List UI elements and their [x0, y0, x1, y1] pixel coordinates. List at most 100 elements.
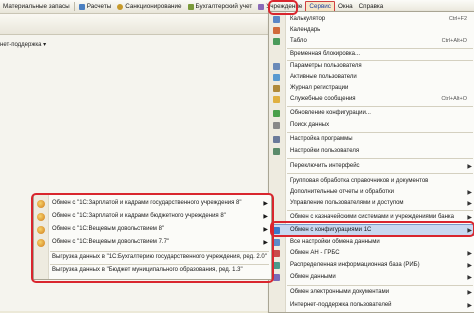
menu-item-treasury-exchange[interactable]: Обмен с казначейскими системами и учрежд… [269, 212, 474, 222]
menu-item-edoc-exchange[interactable]: Обмен электронными документами ▶ [269, 287, 474, 297]
menu-item-log[interactable]: Журнал регистрации [269, 83, 474, 93]
menu-item-label: Обмен с конфигурациями 1С [290, 227, 372, 233]
menu-separator [287, 210, 473, 211]
submenu-item-label: Обмен с "1С:Вещевым довольствием 8" [52, 226, 165, 232]
submenu-arrow-icon: ▶ [263, 201, 268, 207]
menu-item-additional-reports[interactable]: Дополнительные отчеты и обработки ▶ [269, 187, 474, 197]
submenu-arrow-icon: ▶ [467, 302, 472, 309]
search-icon [273, 121, 280, 129]
menu-item-program-settings[interactable]: Настройка программы [269, 134, 474, 144]
exchange-an-icon [273, 249, 280, 257]
menu-item-label: Журнал регистрации [290, 85, 349, 91]
menu-item-label: Обмен АН - ГРБС [290, 250, 340, 256]
submenu-item-vd8[interactable]: Обмен с "1С:Вещевым довольствием 8" ▶ [34, 224, 271, 236]
shortcut-label: Ctrl+F2 [448, 16, 467, 22]
menu-label: Окна [337, 3, 353, 10]
menu-item-config-update[interactable]: Обновление конфигурации... [269, 108, 474, 118]
active-users-icon [273, 73, 280, 81]
menu-item-rib[interactable]: Распределенная информационная база (РИБ)… [269, 260, 474, 270]
board-icon [273, 37, 280, 45]
sanction-icon [117, 3, 124, 10]
menu-item-user-params[interactable]: Параметры пользователя [269, 61, 474, 71]
submenu-item-zkbu8[interactable]: Обмен с "1С:Зарплатой и кадрами бюджетно… [34, 211, 271, 223]
menu-calculations[interactable]: Расчеты [76, 0, 115, 13]
submenu-item-label: Выгрузка данных в "Бюджет муниципального… [52, 267, 243, 273]
menu-sanction[interactable]: Санкционирование [114, 0, 184, 13]
menu-item-label: Обмен электронными документами [290, 289, 390, 295]
submenu-arrow-icon: ▶ [467, 227, 472, 234]
menu-label: Материальные запасы [3, 3, 70, 10]
menu-item-board[interactable]: Табло Ctrl+Alt+D [269, 36, 474, 46]
menu-separator [287, 158, 473, 159]
shortcut-label: Ctrl+Alt+O [441, 96, 467, 102]
menu-item-label: Настройка программы [290, 136, 353, 142]
menu-material-stocks[interactable]: Материальные запасы [0, 0, 73, 13]
exchange-settings-icon [273, 238, 280, 246]
menu-separator [287, 173, 473, 174]
menu-item-active-users[interactable]: Активные пользователи [269, 72, 474, 82]
menu-accounting[interactable]: Бухгалтерский учет [185, 0, 256, 13]
menu-item-label: Дополнительные отчеты и обработки [290, 189, 394, 195]
user-params-icon [273, 62, 280, 70]
menu-item-label: Интернет-поддержка пользователей [290, 302, 392, 308]
submenu-item-label: Обмен с "1С:Вещевым довольствием 7.7" [52, 239, 170, 245]
menu-item-switch-interface[interactable]: Переключить интерфейс ▶ [269, 161, 474, 171]
menu-item-messages[interactable]: Служебные сообщения Ctrl+Alt+O [269, 94, 474, 104]
submenu-arrow-icon: ▶ [467, 189, 472, 196]
submenu-arrow-icon: ▶ [467, 274, 472, 281]
calculator-icon [273, 15, 280, 23]
1c-icon [37, 226, 45, 234]
calendar-icon [273, 26, 280, 34]
menu-label: Санкционирование [125, 3, 182, 10]
menu-item-label: Обмен с казначейскими системами и учрежд… [290, 214, 454, 220]
program-settings-icon [273, 135, 280, 143]
menu-item-1c-exchange[interactable]: Обмен с конфигурациями 1С ▶ [269, 224, 474, 236]
menu-separator [287, 285, 473, 286]
menu-item-calendar[interactable]: Календарь [269, 25, 474, 35]
submenu-item-export-bgu20[interactable]: Выгрузка данных в "1С:Бухгалтерию госуда… [34, 252, 271, 264]
menu-item-label: Служебные сообщения [290, 96, 356, 102]
1c-icon [37, 239, 45, 247]
1c-icon [37, 200, 45, 208]
toolbar [0, 14, 270, 35]
menu-label: Расчеты [86, 3, 112, 10]
menu-item-internet-support[interactable]: Интернет-поддержка пользователей ▶ [269, 300, 474, 310]
submenu-arrow-icon: ▶ [263, 214, 268, 220]
menu-label: Бухгалтерский учет [195, 3, 253, 10]
menu-item-label: Обмен данными [290, 274, 336, 280]
menu-item-label: Табло [290, 38, 307, 44]
submenu-item-export-bmo13[interactable]: Выгрузка данных в "Бюджет муниципального… [34, 265, 271, 277]
menu-item-all-exchange-settings[interactable]: Все настройки обмена данными [269, 237, 474, 247]
menu-item-label: Поиск данных [290, 122, 330, 128]
ledger-icon [187, 3, 194, 10]
log-icon [273, 84, 280, 92]
menu-item-label: Активные пользователи [290, 74, 357, 80]
menu-item-calculator[interactable]: Калькулятор Ctrl+F2 [269, 14, 474, 24]
submenu-item-vd77[interactable]: Обмен с "1С:Вещевым довольствием 7.7" ▶ [34, 237, 271, 249]
menu-separator [73, 2, 75, 11]
menu-item-label: Календарь [290, 27, 321, 33]
support-dropdown[interactable]: нет-поддержка ▾ [0, 41, 46, 48]
data-exchange-icon [273, 273, 280, 281]
submenu-arrow-icon: ▶ [467, 250, 472, 257]
messages-icon [273, 95, 280, 103]
submenu-arrow-icon: ▶ [467, 163, 472, 170]
service-menu: Калькулятор Ctrl+F2 Календарь Табло Ctrl… [268, 11, 474, 313]
menu-item-group-processing[interactable]: Групповая обработка справочников и докум… [269, 176, 474, 186]
rib-icon [273, 261, 280, 269]
menu-item-label: Обновление конфигурации... [290, 110, 371, 116]
submenu-item-label: Выгрузка данных в "1С:Бухгалтерию госуда… [52, 254, 267, 260]
menu-item-data-exchange[interactable]: Обмен данными ▶ [269, 272, 474, 282]
menu-item-search[interactable]: Поиск данных [269, 120, 474, 130]
menu-item-an-grbs-exchange[interactable]: Обмен АН - ГРБС ▶ [269, 248, 474, 258]
menu-item-label: Групповая обработка справочников и докум… [290, 178, 429, 184]
submenu-arrow-icon: ▶ [467, 200, 472, 207]
menu-item-temp-lock[interactable]: Временная блокировка... [269, 49, 474, 59]
menu-item-user-settings[interactable]: Настройки пользователя [269, 146, 474, 156]
menu-item-user-access[interactable]: Управление пользователями и доступом ▶ [269, 198, 474, 208]
menu-item-label: Управление пользователями и доступом [290, 200, 404, 206]
shortcut-label: Ctrl+Alt+D [441, 38, 467, 44]
calc-icon [78, 3, 85, 10]
submenu-item-zkgu8[interactable]: Обмен с "1С:Зарплатой и кадрами государс… [34, 198, 271, 210]
menu-separator [287, 106, 473, 107]
